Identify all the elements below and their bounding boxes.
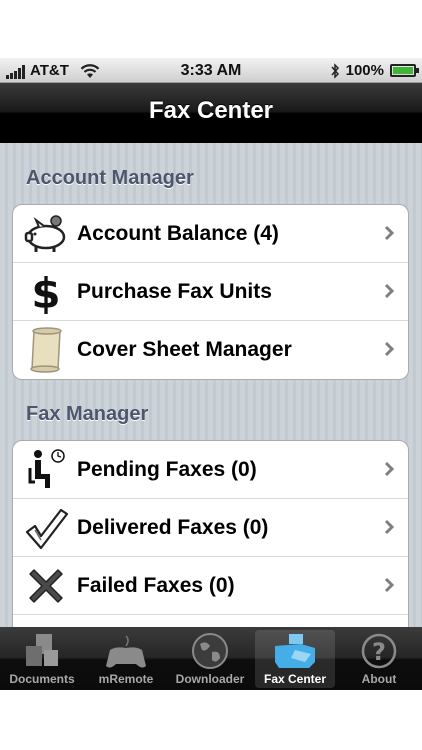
status-bar: AT&T 3:33 AM 100%	[0, 58, 422, 83]
dollar-sign-icon: $	[19, 267, 73, 317]
row-label: Pending Faxes (0)	[77, 457, 257, 481]
tab-bar: Documents mRemote Downloader Fax Center …	[0, 627, 422, 690]
row-label: Account Balance (4)	[77, 221, 279, 245]
status-right: 100%	[330, 62, 419, 79]
tab-label: mRemote	[98, 672, 154, 686]
battery-icon	[390, 64, 419, 77]
row-account-balance[interactable]: Account Balance (4)	[13, 205, 408, 263]
chevron-right-icon	[384, 461, 394, 477]
tab-label: Fax Center	[263, 672, 327, 686]
navigation-bar: Fax Center	[0, 83, 422, 143]
x-mark-icon	[19, 561, 73, 611]
row-failed-faxes[interactable]: Failed Faxes (0)	[13, 557, 408, 615]
bluetooth-icon	[331, 62, 339, 79]
page-title: Fax Center	[148, 97, 274, 124]
waiting-person-icon	[19, 445, 73, 495]
chevron-right-icon	[384, 225, 394, 241]
scroll-icon	[19, 325, 73, 375]
question-icon: ?	[361, 633, 397, 669]
tab-downloader[interactable]: Downloader	[170, 630, 250, 688]
row-delivered-faxes[interactable]: Delivered Faxes (0)	[13, 499, 408, 557]
row-label: Failed Faxes (0)	[77, 573, 235, 597]
tab-label: Downloader	[175, 672, 245, 686]
tab-mremote[interactable]: mRemote	[86, 630, 166, 688]
chevron-right-icon	[384, 341, 394, 357]
tab-documents[interactable]: Documents	[2, 630, 82, 688]
gamepad-icon	[106, 635, 146, 668]
globe-icon	[192, 633, 228, 669]
documents-icon	[26, 634, 58, 666]
tab-label: About	[361, 672, 397, 686]
svg-text:?: ?	[372, 638, 386, 666]
row-purchase-fax-units[interactable]: $ Purchase Fax Units	[13, 263, 408, 321]
row-label: Purchase Fax Units	[77, 279, 272, 303]
chevron-right-icon	[384, 519, 394, 535]
section-header-account-manager: Account Manager	[26, 167, 194, 189]
fax-manager-group: Pending Faxes (0) Delivered Faxes (0) Fa…	[12, 440, 409, 627]
row-partially-visible[interactable]	[13, 615, 408, 627]
battery-fill	[393, 67, 413, 74]
chevron-right-icon	[384, 577, 394, 593]
row-label: Cover Sheet Manager	[77, 338, 292, 361]
tab-about[interactable]: ? About	[339, 630, 419, 688]
battery-percent: 100%	[345, 62, 384, 79]
checkmark-icon	[19, 503, 73, 553]
piggy-bank-icon	[19, 209, 73, 259]
chevron-right-icon	[384, 283, 394, 299]
tab-label: Documents	[9, 672, 75, 686]
row-cover-sheet-manager[interactable]: Cover Sheet Manager	[13, 321, 408, 379]
tab-fax-center[interactable]: Fax Center	[255, 630, 335, 688]
account-manager-group: Account Balance (4) $ Purchase Fax Units…	[12, 204, 409, 380]
row-label: Delivered Faxes (0)	[77, 515, 269, 539]
section-header-fax-manager: Fax Manager	[26, 403, 149, 425]
printer-icon	[19, 619, 73, 627]
content-area[interactable]: Account Manager Account Balance (4) $ Pu…	[0, 143, 422, 627]
fax-icon	[275, 634, 315, 668]
svg-text:$: $	[31, 269, 60, 315]
row-pending-faxes[interactable]: Pending Faxes (0)	[13, 441, 408, 499]
